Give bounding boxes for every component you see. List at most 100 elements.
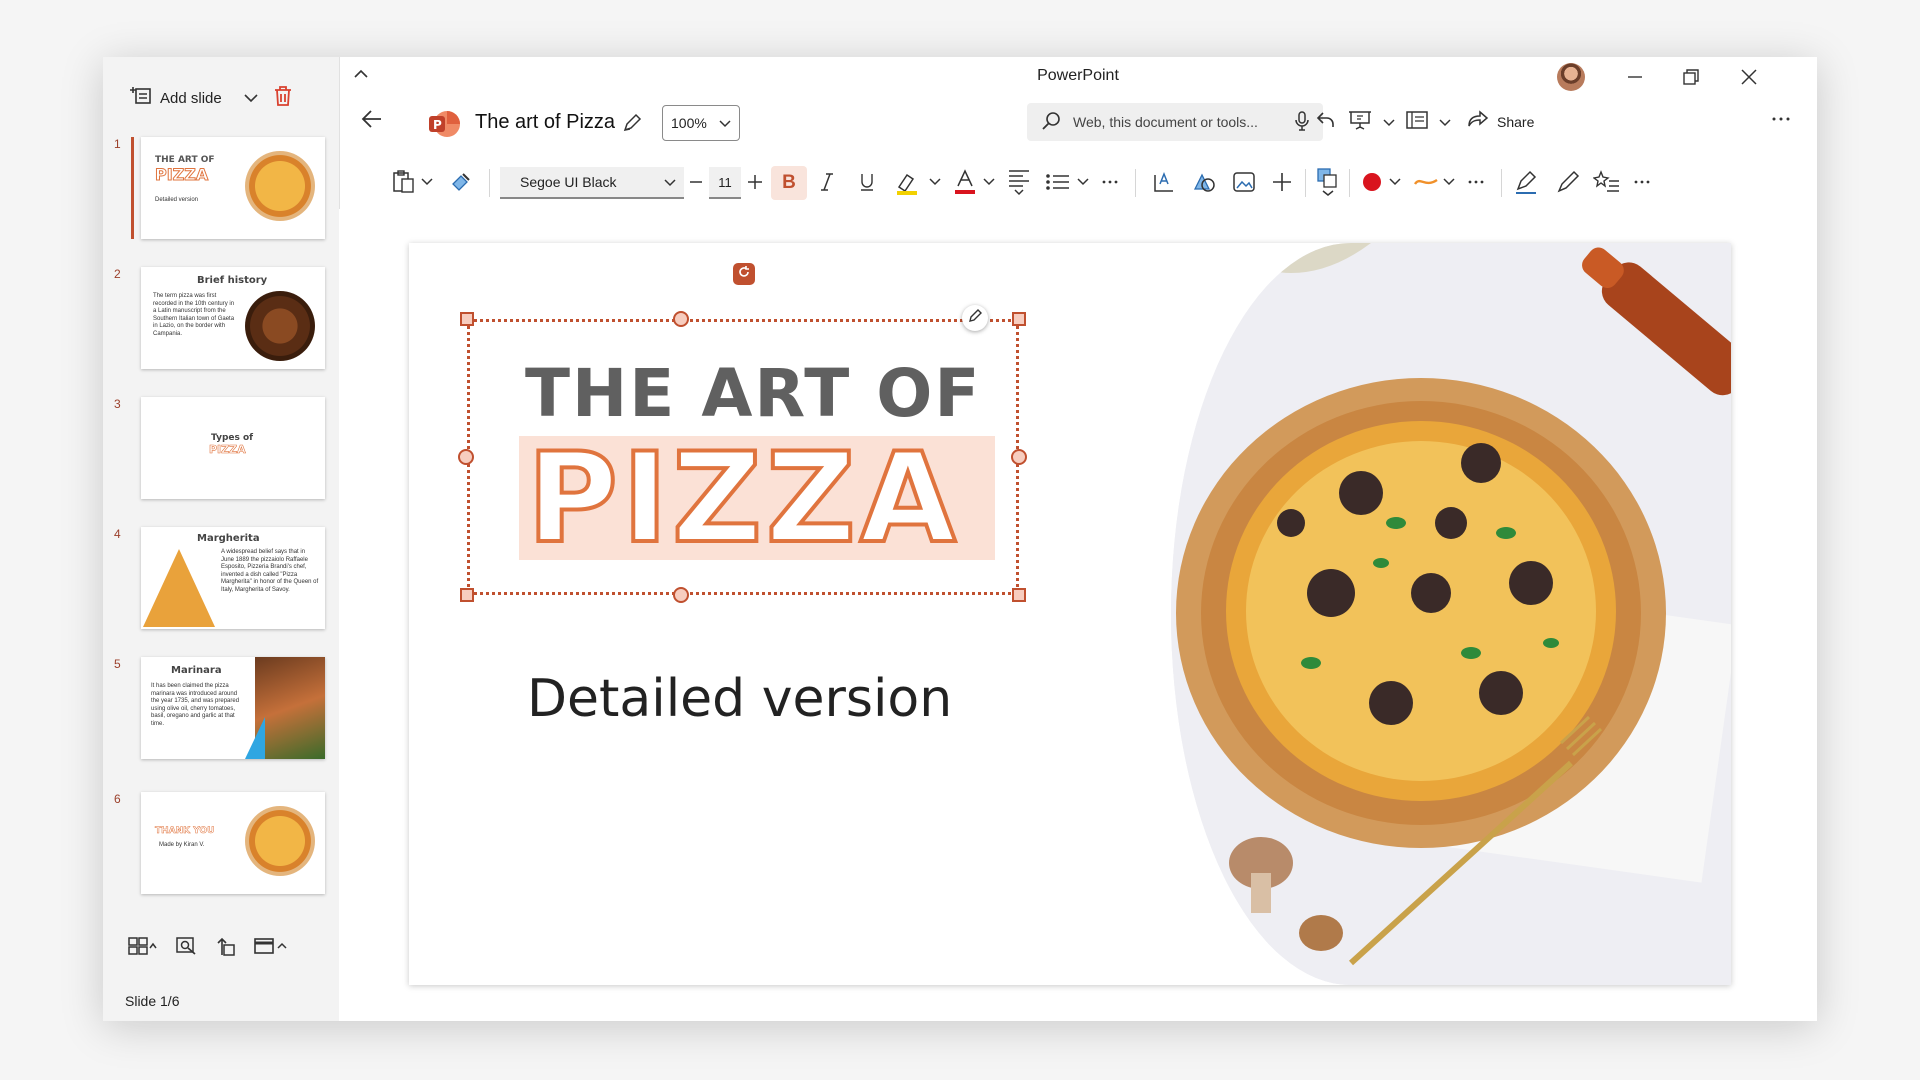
picture-icon[interactable] <box>1231 167 1257 197</box>
ink-to-shape-icon[interactable] <box>1593 167 1621 197</box>
format-painter-icon[interactable] <box>449 167 473 197</box>
text-box-icon[interactable] <box>1151 167 1177 197</box>
view-mode-icon[interactable] <box>1405 110 1429 133</box>
slide-thumbnail-4[interactable]: Margherita A widespread belief says that… <box>141 527 325 629</box>
chevron-down-icon[interactable] <box>983 167 995 197</box>
pencil-tool-icon[interactable] <box>1555 167 1581 197</box>
more-drawing-options-icon[interactable] <box>1467 167 1485 197</box>
rotate-handle[interactable] <box>733 263 755 285</box>
back-button[interactable] <box>361 109 383 134</box>
zoom-slide-icon[interactable] <box>176 936 198 961</box>
more-font-options-icon[interactable] <box>1101 167 1119 197</box>
chevron-down-icon[interactable] <box>1389 167 1401 197</box>
chevron-down-icon[interactable] <box>1383 114 1395 130</box>
undo-icon[interactable] <box>1315 109 1337 134</box>
font-family-value: Segoe UI Black <box>520 174 617 190</box>
chevron-down-icon[interactable] <box>244 90 258 107</box>
layout-icon[interactable] <box>128 936 158 961</box>
slide-thumbnail-6[interactable]: THANK YOU Made by Kiran V. <box>141 792 325 894</box>
document-title[interactable]: The art of Pizza <box>475 111 615 134</box>
chevron-down-icon[interactable] <box>929 167 941 197</box>
thumb-text: Made by Kiran V. <box>159 842 205 848</box>
slide-thumbnail-1[interactable]: THE ART OF PIZZA Detailed version <box>141 137 325 239</box>
chevron-down-icon[interactable] <box>1439 114 1451 130</box>
more-options-icon[interactable] <box>1771 109 1791 127</box>
slide-thumbnail-2[interactable]: Brief history The term pizza was first r… <box>141 267 325 369</box>
minimize-button[interactable] <box>1623 65 1647 89</box>
slide-number: 1 <box>114 137 121 151</box>
pizza-image <box>255 657 325 759</box>
resize-handle-bottom-right[interactable] <box>1012 588 1026 602</box>
resize-handle-top[interactable] <box>673 311 689 327</box>
chevron-down-icon[interactable] <box>1443 167 1455 197</box>
thumb-title-2: PIZZA <box>209 443 246 457</box>
resize-handle-bottom[interactable] <box>673 587 689 603</box>
shape-fill-button[interactable] <box>1361 167 1383 197</box>
edit-text-button[interactable] <box>962 305 988 331</box>
pizza-photo[interactable] <box>1171 243 1731 985</box>
slide-number: 6 <box>114 792 121 806</box>
share-button[interactable]: Share <box>1467 110 1534 133</box>
bullets-icon[interactable] <box>1045 167 1071 197</box>
font-family-dropdown[interactable]: Segoe UI Black <box>500 167 684 199</box>
present-icon[interactable] <box>1347 109 1373 134</box>
add-slide-button[interactable]: Add slide <box>130 85 258 111</box>
underline-button[interactable] <box>855 167 879 197</box>
resize-handle-top-right[interactable] <box>1012 312 1026 326</box>
resize-handle-right[interactable] <box>1011 449 1027 465</box>
shape-outline-button[interactable] <box>1413 167 1439 197</box>
divider <box>1349 169 1350 197</box>
app-title: PowerPoint <box>1037 67 1119 84</box>
divider <box>1135 169 1136 197</box>
slide-number: 2 <box>114 267 121 281</box>
slide-thumbnail-3[interactable]: Types of PIZZA <box>141 397 325 499</box>
slide-thumbnail-5[interactable]: Marinara It has been claimed the pizza m… <box>141 657 325 759</box>
move-slide-icon[interactable] <box>216 935 236 962</box>
delete-slide-button[interactable] <box>273 85 293 112</box>
italic-button[interactable] <box>815 167 839 197</box>
avatar[interactable] <box>1557 63 1585 91</box>
resize-handle-top-left[interactable] <box>460 312 474 326</box>
increase-font-size-button[interactable] <box>747 167 763 197</box>
search-box[interactable]: Web, this document or tools... <box>1027 103 1323 141</box>
slide-number: 5 <box>114 657 121 671</box>
draw-pen-icon[interactable] <box>1513 167 1539 197</box>
thumb-title: Marinara <box>171 665 222 676</box>
trash-icon <box>273 86 293 111</box>
arrange-icon[interactable] <box>1315 167 1341 197</box>
divider <box>1305 169 1306 197</box>
slide-thumbnail-pane: Add slide 1 THE ART OF PIZZA Detailed ve… <box>103 57 340 1021</box>
header-actions: Share <box>1315 109 1534 134</box>
paste-button[interactable] <box>391 167 417 197</box>
zoom-dropdown[interactable]: 100% <box>662 105 740 141</box>
resize-handle-bottom-left[interactable] <box>460 588 474 602</box>
thumb-text: Detailed version <box>155 197 199 203</box>
divider <box>489 169 490 197</box>
resize-handle-left[interactable] <box>458 449 474 465</box>
slide-1[interactable]: THE ART OF PIZZA Detailed version <box>409 243 1731 985</box>
selection-box[interactable] <box>467 319 1019 595</box>
decrease-font-size-button[interactable] <box>689 167 703 197</box>
search-input[interactable]: Web, this document or tools... <box>1073 114 1258 130</box>
shapes-icon[interactable] <box>1191 167 1217 197</box>
search-icon <box>1041 111 1061 134</box>
more-ribbon-options-icon[interactable] <box>1633 167 1651 197</box>
chevron-down-icon[interactable] <box>421 167 433 197</box>
microphone-icon[interactable] <box>1295 110 1309 134</box>
font-color-button[interactable] <box>953 167 977 197</box>
close-button[interactable] <box>1737 65 1761 89</box>
rename-pencil-icon[interactable] <box>622 113 642 138</box>
chevron-down-icon[interactable] <box>1077 167 1089 197</box>
restore-button[interactable] <box>1679 65 1703 89</box>
font-size-input[interactable]: 11 <box>709 167 741 199</box>
pizza-image <box>245 291 315 361</box>
title-bar: PowerPoint <box>339 57 1817 95</box>
slide-subtitle[interactable]: Detailed version <box>527 669 952 729</box>
bold-button[interactable]: B <box>771 166 807 200</box>
insert-plus-icon[interactable] <box>1271 167 1293 197</box>
section-icon[interactable] <box>254 936 288 961</box>
add-slide-label: Add slide <box>160 89 222 107</box>
highlight-color-button[interactable] <box>895 167 923 197</box>
thumb-title: THE ART OF <box>155 155 215 165</box>
align-text-icon[interactable] <box>1007 167 1031 197</box>
